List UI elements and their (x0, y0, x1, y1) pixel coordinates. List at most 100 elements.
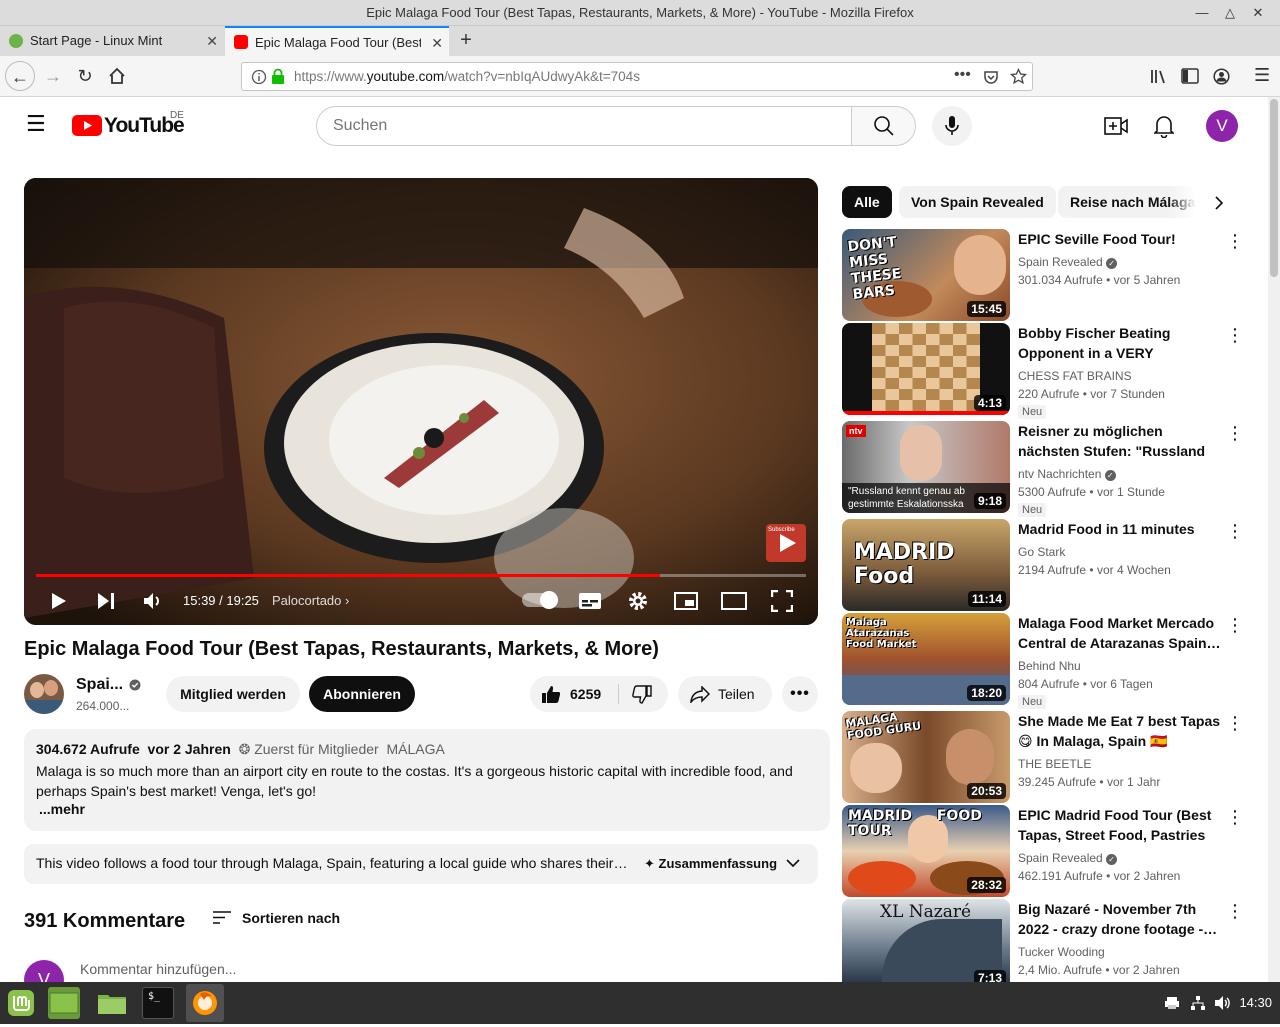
close-window-button[interactable]: ✕ (1248, 3, 1268, 23)
new-tab-button[interactable]: + (454, 26, 478, 56)
video-thumbnail[interactable]: 4:13 (842, 323, 1010, 415)
recommended-video[interactable]: Malaga Atarazanas Food Market 18:20 Mala… (842, 613, 1244, 709)
video-options-icon[interactable]: ⋮ (1226, 807, 1244, 827)
tab-youtube[interactable]: Epic Malaga Food Tour (Best Tapas, Resta… (225, 26, 449, 56)
join-button[interactable]: Mitglied werden (166, 676, 300, 712)
video-options-icon[interactable]: ⋮ (1226, 521, 1244, 541)
video-thumbnail[interactable]: MADRID Food 11:14 (842, 519, 1010, 611)
chapter-title[interactable]: Palocortado › (272, 593, 349, 608)
description-box[interactable]: 304.672 Aufrufe vor 2 Jahren ❂ Zuerst fü… (24, 729, 830, 831)
share-button[interactable]: Teilen (678, 676, 772, 712)
search-input[interactable] (316, 106, 852, 146)
menu-hamburger-icon[interactable]: ☰ (1254, 65, 1270, 86)
subscribe-button[interactable]: Abonnieren (309, 676, 415, 712)
search-button[interactable] (852, 106, 916, 146)
recommended-video-title[interactable]: Madrid Food in 11 minutes (1018, 519, 1228, 539)
recommended-video[interactable]: MADRID Food 11:14 Madrid Food in 11 minu… (842, 519, 1244, 611)
show-more-link[interactable]: ...mehr (39, 801, 85, 817)
forward-button[interactable]: → (38, 61, 68, 91)
lock-icon[interactable] (271, 68, 285, 85)
video-options-icon[interactable]: ⋮ (1226, 231, 1244, 251)
channel-avatar[interactable] (24, 674, 64, 714)
info-icon[interactable] (251, 69, 267, 85)
fullscreen-icon[interactable] (771, 590, 793, 612)
recommended-video-title[interactable]: Big Nazaré - November 7th 2022 - crazy d… (1018, 899, 1228, 939)
sort-icon[interactable] (213, 910, 231, 925)
video-thumbnail[interactable]: MADRID FOOD TOUR 28:32 (842, 805, 1010, 897)
voice-search-button[interactable] (932, 106, 972, 146)
recommended-video-title[interactable]: She Made Me Eat 7 best Tapas 😋 In Malaga… (1018, 711, 1228, 751)
next-video-icon[interactable] (96, 592, 116, 610)
sidebar-toggle-icon[interactable] (1181, 68, 1199, 84)
settings-gear-icon[interactable] (627, 590, 649, 612)
mint-menu-button[interactable] (5, 987, 37, 1019)
like-count[interactable]: 6259 (570, 676, 601, 712)
tab-start-page[interactable]: Start Page - Linux Mint ✕ (0, 26, 224, 56)
video-options-icon[interactable]: ⋮ (1226, 423, 1244, 443)
clock[interactable]: 14:30 (1239, 995, 1272, 1010)
recommended-video-title[interactable]: EPIC Seville Food Tour! (1018, 229, 1228, 249)
recommended-video-title[interactable]: Malaga Food Market Mercado Central de At… (1018, 613, 1228, 653)
expand-chevron-icon[interactable] (786, 858, 800, 868)
more-actions-button[interactable]: ••• (782, 676, 818, 712)
recommended-video[interactable]: XL Nazaré 7:13 Big Nazaré - November 7th… (842, 899, 1244, 982)
scrollbar-thumb[interactable] (1270, 99, 1278, 277)
video-thumbnail[interactable]: DON'T MISS THESE BARS 15:45 (842, 229, 1010, 321)
dislike-icon[interactable] (632, 685, 652, 704)
chip-from-channel[interactable]: Von Spain Revealed (899, 186, 1056, 218)
maximize-button[interactable]: △ (1220, 3, 1240, 23)
create-video-icon[interactable] (1104, 116, 1128, 136)
video-options-icon[interactable]: ⋮ (1226, 713, 1244, 733)
volume-tray-icon[interactable] (1214, 995, 1232, 1011)
url-text[interactable]: https://www.youtube.com/watch?v=nbIqAUdw… (294, 69, 640, 84)
video-options-icon[interactable]: ⋮ (1226, 615, 1244, 635)
summary-button[interactable]: ✦ Zusammenfassung (644, 856, 777, 872)
account-icon[interactable] (1213, 68, 1230, 85)
close-tab-icon[interactable]: ✕ (206, 26, 218, 56)
recommended-video-title[interactable]: EPIC Madrid Food Tour (Best Tapas, Stree… (1018, 805, 1228, 845)
video-options-icon[interactable]: ⋮ (1226, 325, 1244, 345)
recommended-video[interactable]: 4:13 Bobby Fischer Beating Opponent in a… (842, 323, 1244, 419)
recommended-video[interactable]: DON'T MISS THESE BARS 15:45 EPIC Seville… (842, 229, 1244, 321)
firefox-taskbar-button[interactable] (186, 984, 224, 1022)
chip-malaga-travel[interactable]: Reise nach Málaga (1058, 186, 1196, 218)
address-bar[interactable]: https://www.youtube.com/watch?v=nbIqAUdw… (241, 62, 1033, 91)
page-scrollbar[interactable] (1268, 97, 1280, 982)
bookmark-star-icon[interactable] (1010, 68, 1027, 85)
like-icon[interactable] (541, 685, 561, 704)
recommended-video[interactable]: MADRID FOOD TOUR 28:32 EPIC Madrid Food … (842, 805, 1244, 897)
user-avatar[interactable]: V (1206, 110, 1238, 142)
files-button[interactable] (96, 987, 128, 1019)
minimize-button[interactable]: — (1192, 3, 1212, 23)
volume-icon[interactable] (142, 591, 164, 611)
video-thumbnail[interactable]: MALAGA FOOD GURU 20:53 (842, 711, 1010, 803)
sort-by-button[interactable]: Sortieren nach (242, 910, 340, 926)
autoplay-toggle[interactable] (522, 591, 558, 609)
library-icon[interactable] (1150, 68, 1168, 85)
page-actions-icon[interactable]: ••• (954, 66, 971, 84)
subtitles-icon[interactable] (578, 591, 602, 611)
recommended-video[interactable]: ntv "Russland kennt genau ab gestimmte E… (842, 421, 1244, 517)
home-button[interactable] (102, 61, 132, 91)
miniplayer-icon[interactable] (674, 591, 698, 611)
video-thumbnail[interactable]: ntv "Russland kennt genau ab gestimmte E… (842, 421, 1010, 513)
ai-summary-bar[interactable]: This video follows a food tour through M… (24, 844, 818, 884)
back-button[interactable]: ← (5, 61, 35, 91)
progress-bar[interactable] (36, 574, 806, 577)
channel-name[interactable]: Spai... (76, 676, 123, 694)
add-comment-input[interactable]: Kommentar hinzufügen... (80, 961, 236, 977)
terminal-button[interactable]: $_ (142, 987, 174, 1019)
video-options-icon[interactable]: ⋮ (1226, 901, 1244, 921)
video-thumbnail[interactable]: Malaga Atarazanas Food Market 18:20 (842, 613, 1010, 705)
chips-next-chevron-icon[interactable] (1214, 196, 1224, 210)
chip-all[interactable]: Alle (842, 186, 892, 218)
video-player[interactable]: Subscribe 15:39 / 19:25 Palocortado › (24, 178, 818, 625)
recommended-video-title[interactable]: Reisner zu möglichen nächsten Stufen: "R… (1018, 421, 1228, 461)
close-tab-icon[interactable]: ✕ (431, 28, 443, 56)
network-icon[interactable] (1190, 995, 1206, 1011)
show-desktop-button[interactable] (48, 987, 80, 1019)
notifications-bell-icon[interactable] (1154, 114, 1174, 138)
theater-mode-icon[interactable] (721, 592, 747, 610)
recommended-video[interactable]: MALAGA FOOD GURU 20:53 She Made Me Eat 7… (842, 711, 1244, 803)
printer-icon[interactable] (1164, 996, 1180, 1010)
